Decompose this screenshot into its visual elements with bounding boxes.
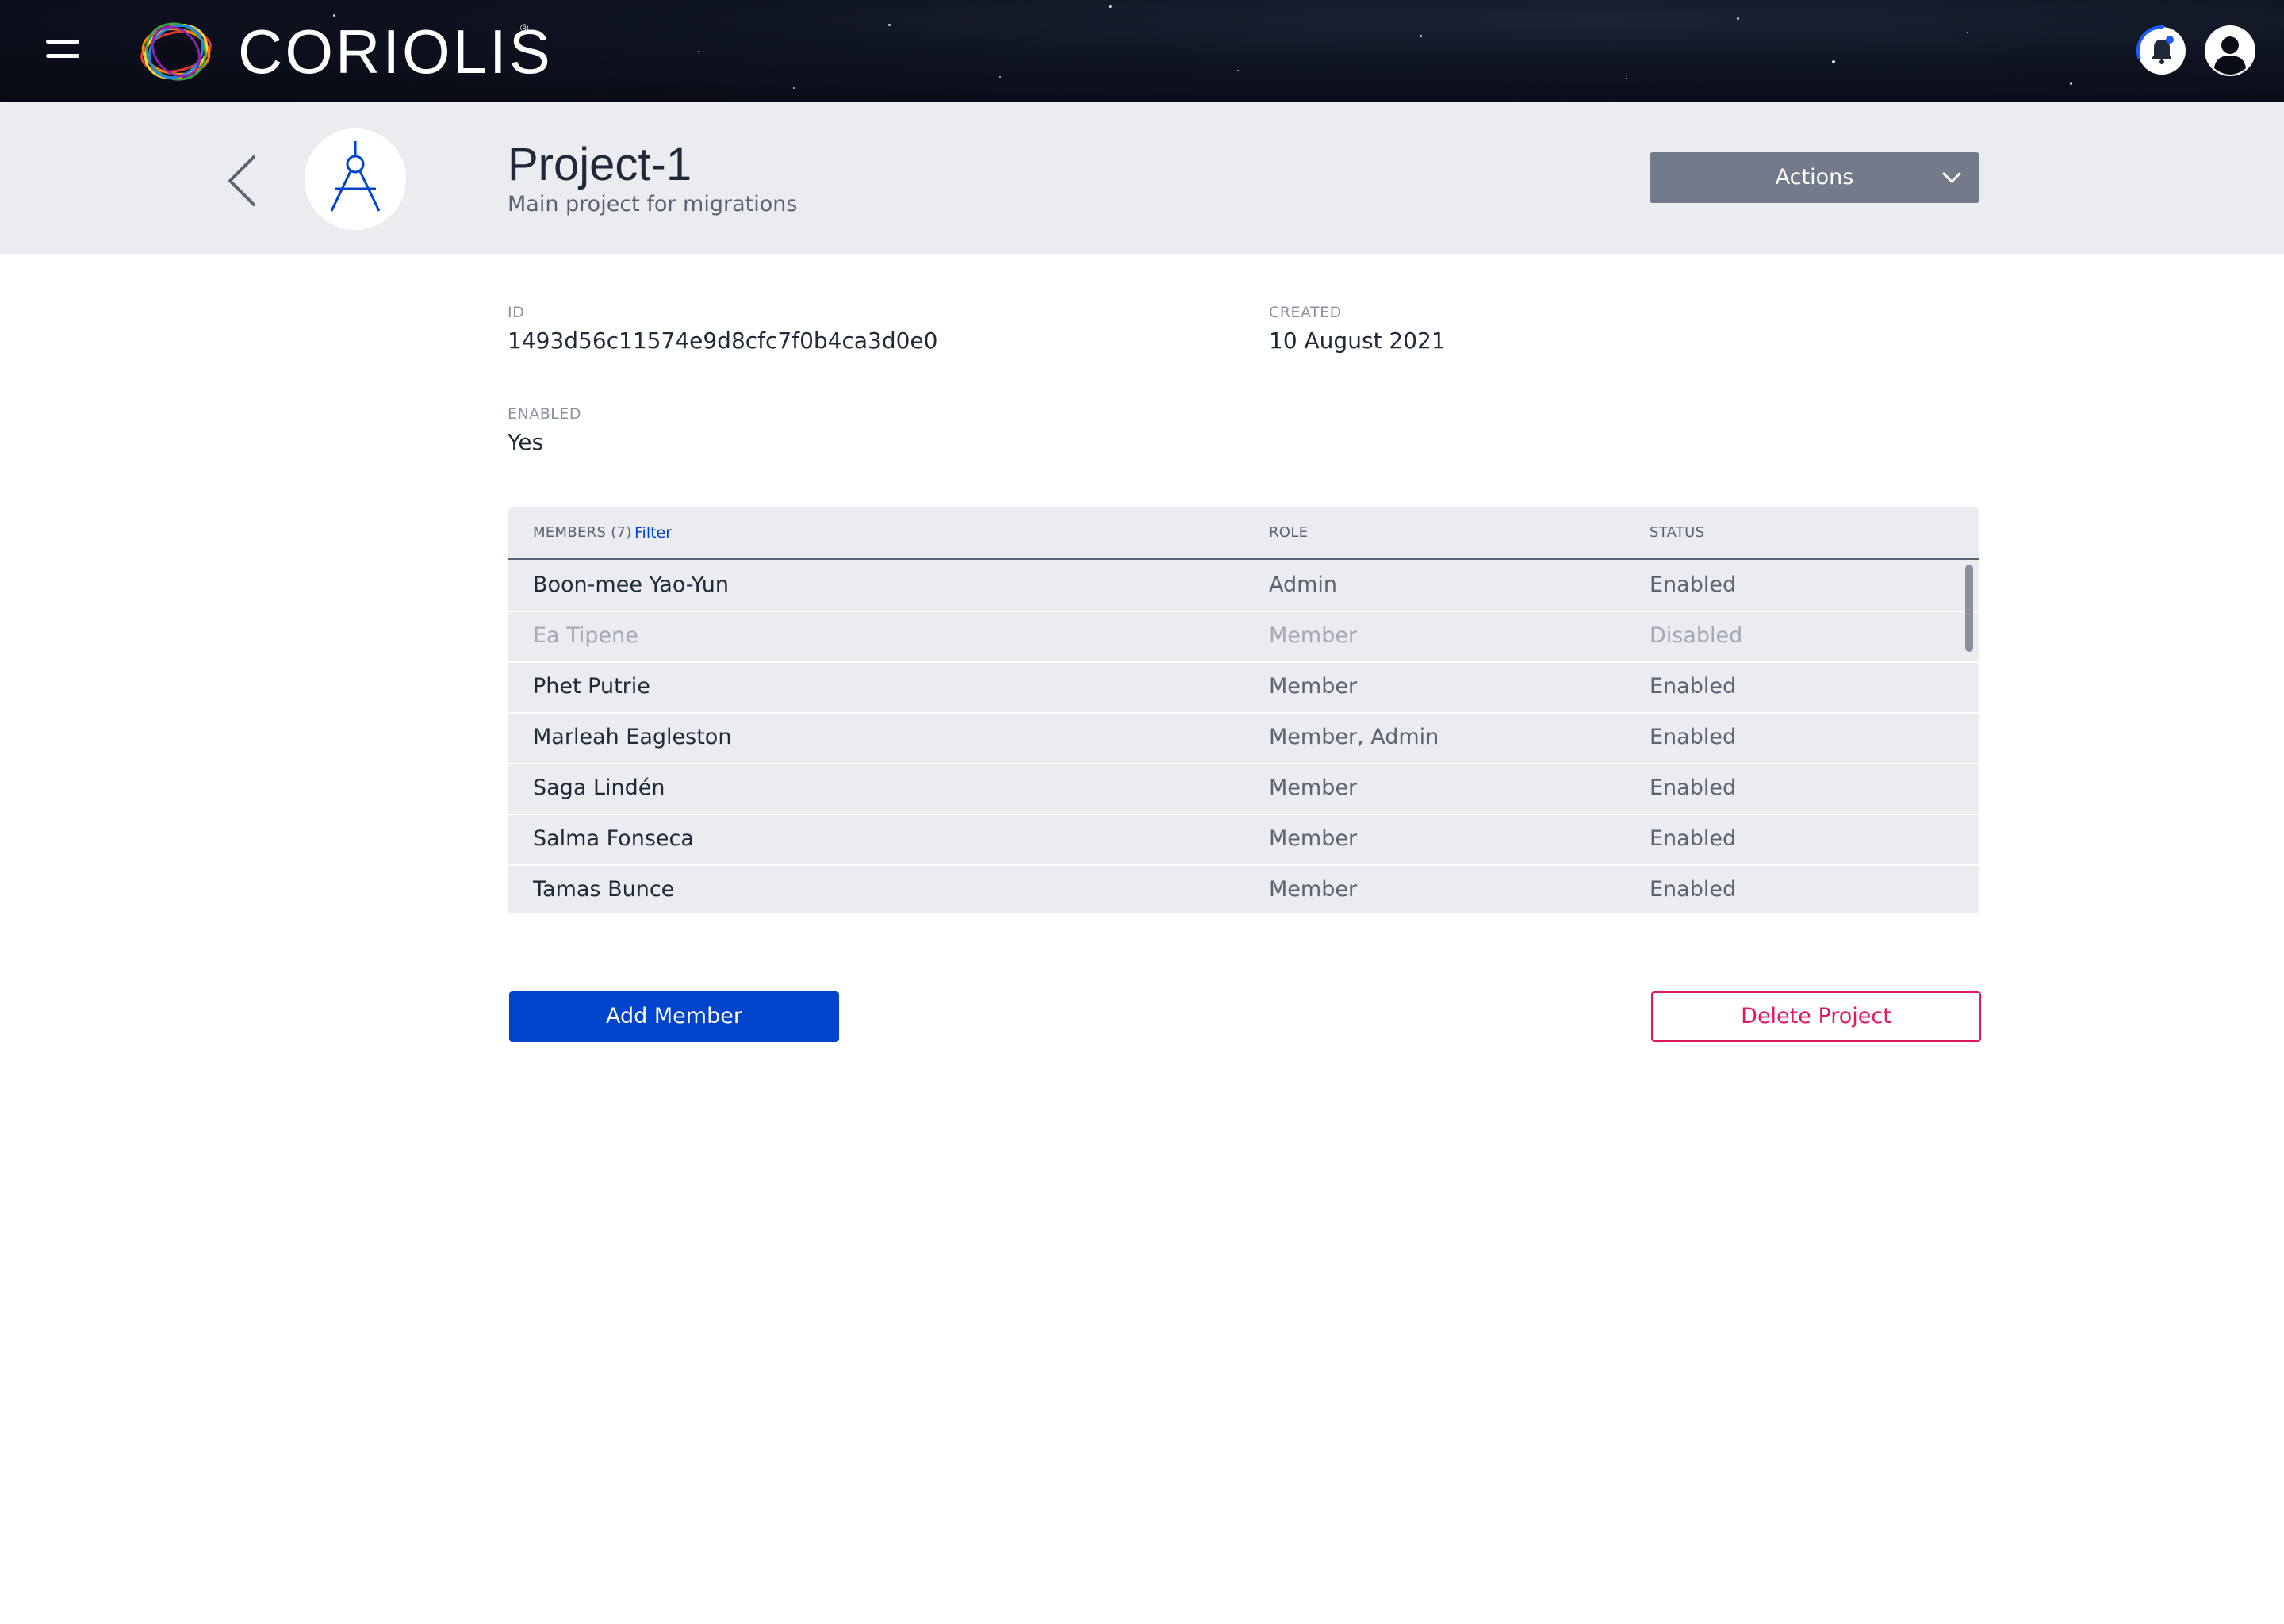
id-label: ID (508, 304, 525, 321)
brand-name: CORIOLIS (238, 17, 553, 86)
member-name: Ea Tipene (533, 623, 638, 648)
table-row[interactable]: Tamas Bunce Member Enabled (508, 864, 1979, 914)
member-role: Member (1269, 776, 1358, 800)
table-row[interactable]: Boon-mee Yao-Yun Admin Enabled (508, 560, 1979, 612)
member-status: Enabled (1650, 573, 1737, 597)
member-role: Member, Admin (1269, 725, 1439, 749)
member-role: Member (1269, 674, 1358, 699)
enabled-label: ENABLED (508, 405, 581, 423)
add-member-button-label: Add Member (606, 1004, 742, 1028)
member-role: Member (1269, 623, 1358, 648)
member-name: Boon-mee Yao-Yun (533, 573, 730, 597)
table-row[interactable]: Saga Lindén Member Enabled (508, 763, 1979, 815)
member-status: Enabled (1650, 725, 1737, 749)
status-column-header: STATUS (1650, 524, 1705, 541)
member-name: Saga Lindén (533, 776, 665, 800)
member-status: Enabled (1650, 826, 1737, 851)
table-row[interactable]: Ea Tipene Member Disabled (508, 611, 1979, 663)
member-name: Salma Fonseca (533, 826, 694, 851)
member-role: Member (1269, 877, 1358, 902)
back-arrow-icon[interactable] (224, 149, 263, 213)
role-column-header: ROLE (1269, 524, 1309, 541)
brand-registered-mark: ® (520, 21, 529, 34)
member-name: Phet Putrie (533, 674, 650, 699)
add-member-button[interactable]: Add Member (509, 991, 839, 1042)
enabled-value: Yes (508, 429, 544, 455)
member-status: Disabled (1650, 623, 1743, 648)
notification-bell-icon[interactable] (2135, 24, 2189, 78)
member-name: Tamas Bunce (533, 877, 675, 902)
actions-dropdown-button[interactable]: Actions (1650, 152, 1979, 203)
member-role: Member (1269, 826, 1358, 851)
table-row[interactable]: Salma Fonseca Member Enabled (508, 814, 1979, 866)
top-navigation-bar: CORIOLIS ® (0, 0, 2284, 102)
delete-project-button-label: Delete Project (1741, 1004, 1891, 1028)
id-value: 1493d56c11574e9d8cfc7f0b4ca3d0e0 (508, 327, 938, 354)
hamburger-menu-icon[interactable] (46, 40, 79, 62)
member-role: Admin (1269, 573, 1338, 597)
member-status: Enabled (1650, 877, 1737, 902)
chevron-down-icon (1942, 172, 1961, 183)
members-scrollbar[interactable] (1965, 565, 1973, 652)
user-avatar-icon[interactable] (2203, 24, 2257, 78)
coriolis-logo-icon (138, 16, 214, 87)
members-filter-link[interactable]: Filter (634, 508, 672, 558)
members-column-header: MEMBERS (7) (533, 524, 632, 541)
members-table: MEMBERS (7) Filter ROLE STATUS Boon-mee … (508, 508, 1979, 914)
member-status: Enabled (1650, 674, 1737, 699)
created-label: CREATED (1269, 304, 1342, 321)
table-row[interactable]: Marleah Eagleston Member, Admin Enabled (508, 712, 1979, 764)
project-description: Main project for migrations (508, 192, 798, 216)
project-header: Project-1 Main project for migrations Ac… (0, 102, 2284, 254)
project-title: Project-1 (508, 139, 692, 190)
delete-project-button[interactable]: Delete Project (1651, 991, 1981, 1042)
compass-icon (305, 128, 406, 230)
actions-button-label: Actions (1775, 165, 1854, 190)
member-name: Marleah Eagleston (533, 725, 732, 749)
members-table-header: MEMBERS (7) Filter ROLE STATUS (508, 508, 1979, 560)
created-value: 10 August 2021 (1269, 327, 1446, 354)
member-status: Enabled (1650, 776, 1737, 800)
table-row[interactable]: Phet Putrie Member Enabled (508, 661, 1979, 714)
